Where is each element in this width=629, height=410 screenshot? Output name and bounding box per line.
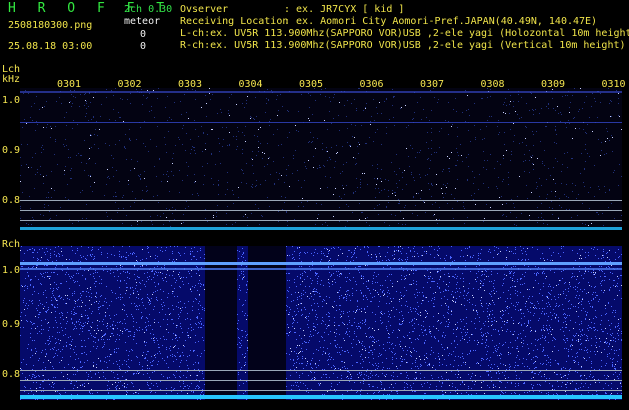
lch-tick-10: 1.0 <box>2 95 21 106</box>
lch-info: L-ch:ex. UV5R 113.900Mhz(SAPPORO VOR)USB… <box>180 28 629 39</box>
rch-baseline <box>20 395 622 399</box>
lch-signal-line <box>20 122 622 123</box>
lch-tick-09: 0.9 <box>2 145 21 156</box>
lch-ref-line-3 <box>20 220 622 221</box>
observer-label: Ovserver <box>180 4 229 15</box>
rch-ref-line-2 <box>20 380 622 381</box>
datetime-label: 25.08.18 03:00 <box>8 41 93 52</box>
location-value: : ex. Aomori City Aomori-Pref.JAPAN(40.4… <box>284 16 598 27</box>
location-label: Receiving Location <box>180 16 289 27</box>
lch-baseline <box>20 227 622 230</box>
lch-unit: kHz <box>2 74 21 85</box>
rch-tick-10: 1.0 <box>2 265 21 276</box>
lch-ref-line-1 <box>20 200 622 201</box>
lch-ref-line-2 <box>20 210 622 211</box>
count-r: 0 <box>140 41 147 52</box>
rch-ref-line-1 <box>20 370 622 371</box>
mode-label: meteor <box>124 16 161 27</box>
lch-spectrogram <box>20 88 622 230</box>
channel-label: 2ch 0.30 <box>124 4 173 15</box>
rch-signal-line <box>20 262 622 265</box>
lch-tick-08: 0.8 <box>2 195 21 206</box>
observer-value: : ex. JR7CYX [ kid ] <box>284 4 405 15</box>
lch-top-band <box>20 91 622 93</box>
count-l: 0 <box>140 29 147 40</box>
rch-signal-line-2 <box>20 268 622 270</box>
rch-label: Rch <box>2 239 21 250</box>
rch-tick-08: 0.8 <box>2 369 21 380</box>
rch-tick-09: 0.9 <box>2 319 21 330</box>
lch-noise-canvas <box>20 88 622 230</box>
rch-info: R-ch:ex. UV5R 113.900Mhz(SAPPORO VOR)USB… <box>180 40 626 51</box>
rch-ref-line-3 <box>20 390 622 391</box>
filename-label: 2508180300.png <box>8 20 93 31</box>
